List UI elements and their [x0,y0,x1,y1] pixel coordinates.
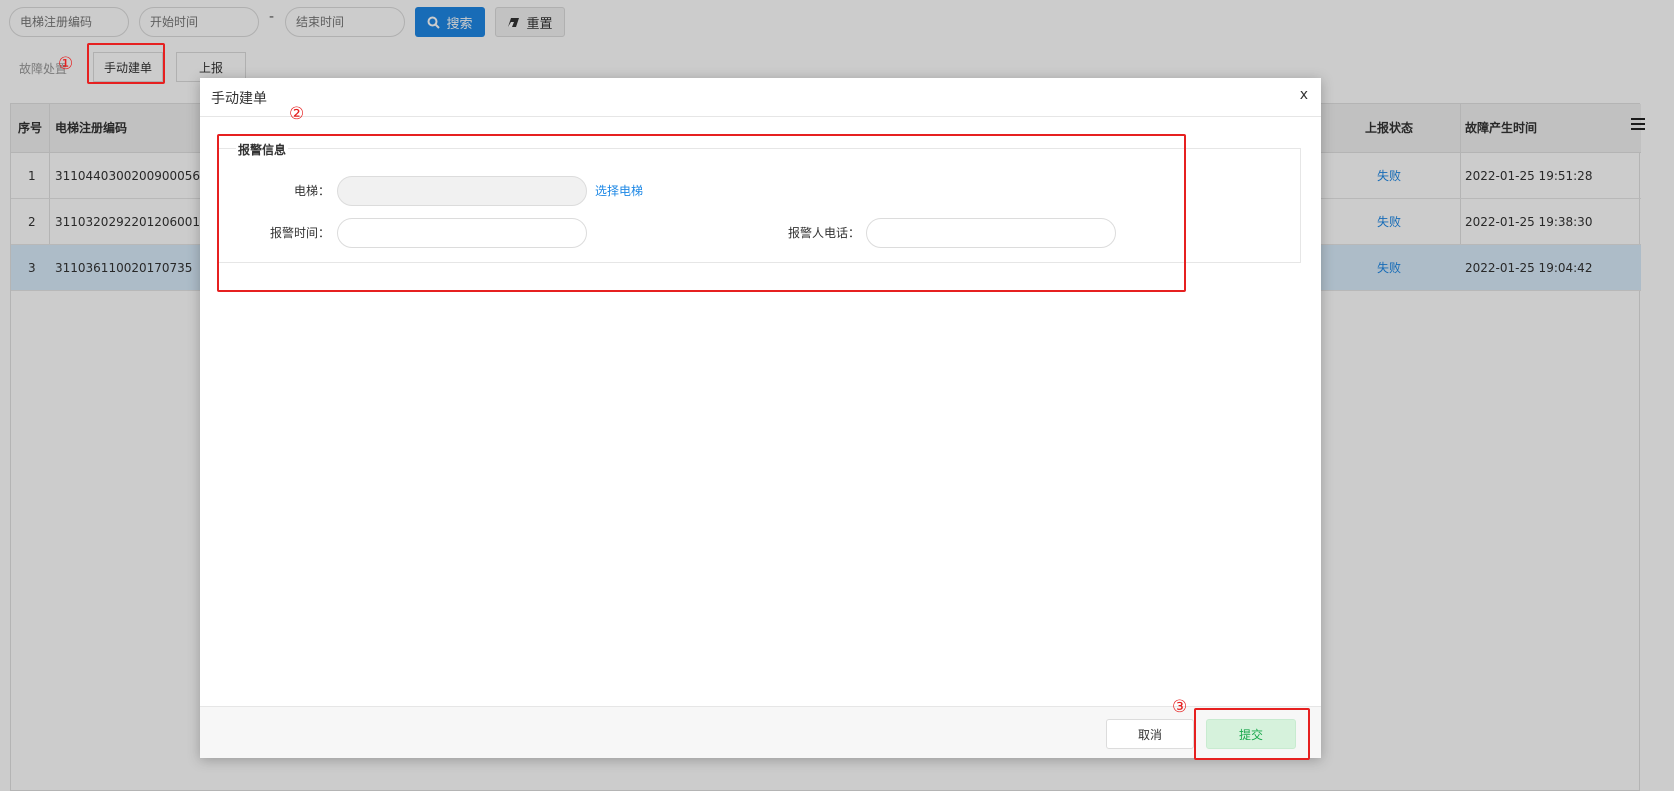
annotation-step3: ③ [1172,697,1188,717]
dialog-footer: 取消 提交 [200,706,1321,758]
annotation-box-step2 [217,134,1186,292]
annotation-step1: ① [58,54,74,74]
dialog-header: 手动建单 x [200,78,1321,117]
cancel-button[interactable]: 取消 [1106,719,1194,749]
annotation-box-step3 [1194,708,1310,760]
annotation-box-step1 [87,43,165,84]
dialog-title: 手动建单 [211,91,267,107]
annotation-step2: ② [289,104,305,124]
manual-create-dialog: 手动建单 x 报警信息 电梯： 选择电梯 报警时间： 报警人电话： 取消 提交 … [200,78,1321,760]
close-icon[interactable]: x [1300,87,1308,103]
